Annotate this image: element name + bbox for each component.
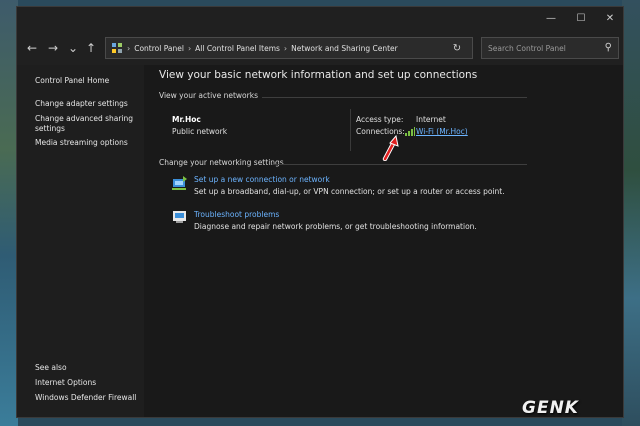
sidebar: Control Panel Home Change adapter settin… [17, 65, 144, 417]
close-button[interactable]: ✕ [598, 11, 622, 27]
back-button[interactable]: ← [24, 40, 40, 56]
refresh-icon[interactable]: ↻ [450, 42, 464, 56]
page-title: View your basic network information and … [159, 69, 478, 81]
search-box[interactable]: Search Control Panel ⚲ [481, 37, 619, 59]
troubleshoot-problems-link[interactable]: Troubleshoot problems [194, 210, 279, 219]
breadcrumb-network-sharing[interactable]: Network and Sharing Center [291, 44, 398, 53]
network-name: Mr.Hoc [172, 115, 201, 124]
breadcrumb-separator: › [283, 43, 288, 53]
setup-new-connection-description: Set up a broadband, dial-up, or VPN conn… [194, 187, 505, 196]
new-connection-icon [172, 176, 187, 190]
forward-button[interactable]: → [45, 40, 61, 56]
annotation-arrow-icon [382, 135, 399, 161]
wifi-connection-link[interactable]: Wi-Fi (Mr.Hoc) [416, 127, 468, 136]
sidebar-media-streaming[interactable]: Media streaming options [35, 138, 128, 148]
breadcrumb-all-items[interactable]: All Control Panel Items [195, 44, 280, 53]
maximize-button[interactable]: ☐ [569, 11, 593, 27]
sidebar-internet-options[interactable]: Internet Options [35, 378, 96, 388]
change-settings-title: Change your networking settings [159, 158, 284, 167]
troubleshoot-icon [173, 211, 186, 223]
divider [350, 109, 351, 151]
sidebar-change-adapter-settings[interactable]: Change adapter settings [35, 99, 128, 109]
access-type-label: Access type: [356, 115, 404, 124]
sidebar-windows-defender-firewall[interactable]: Windows Defender Firewall [35, 393, 136, 403]
up-button[interactable]: ↑ [83, 40, 99, 56]
main-content: View your basic network information and … [144, 65, 623, 417]
see-also-title: See also [35, 363, 67, 372]
control-panel-icon [112, 43, 122, 53]
wifi-signal-icon [405, 127, 415, 136]
watermark-logo: GENK [522, 398, 579, 418]
title-bar[interactable]: — ☐ ✕ [17, 7, 623, 33]
breadcrumb-separator: › [127, 43, 131, 53]
address-bar[interactable]: › Control Panel › All Control Panel Item… [105, 37, 473, 59]
sidebar-control-panel-home[interactable]: Control Panel Home [35, 76, 109, 86]
setup-new-connection-link[interactable]: Set up a new connection or network [194, 175, 330, 184]
sidebar-change-advanced-sharing[interactable]: Change advanced sharing settings [35, 114, 135, 134]
navigation-bar: ← → ⌄ ↑ › Control Panel › All Control Pa… [17, 37, 623, 61]
divider [272, 164, 527, 165]
troubleshoot-problems-description: Diagnose and repair network problems, or… [194, 222, 477, 231]
breadcrumb-separator: › [187, 43, 192, 53]
search-icon[interactable]: ⚲ [605, 42, 612, 53]
breadcrumb-control-panel[interactable]: Control Panel [134, 44, 184, 53]
control-panel-window: — ☐ ✕ ← → ⌄ ↑ › Control Panel › All Cont… [16, 6, 624, 418]
divider [262, 97, 527, 98]
access-type-value: Internet [416, 115, 446, 124]
search-placeholder: Search Control Panel [488, 43, 566, 53]
desktop-wallpaper-right [622, 0, 640, 426]
active-networks-title: View your active networks [159, 91, 258, 100]
network-type[interactable]: Public network [172, 127, 227, 136]
recent-locations-button[interactable]: ⌄ [65, 40, 81, 56]
minimize-button[interactable]: — [539, 11, 563, 27]
